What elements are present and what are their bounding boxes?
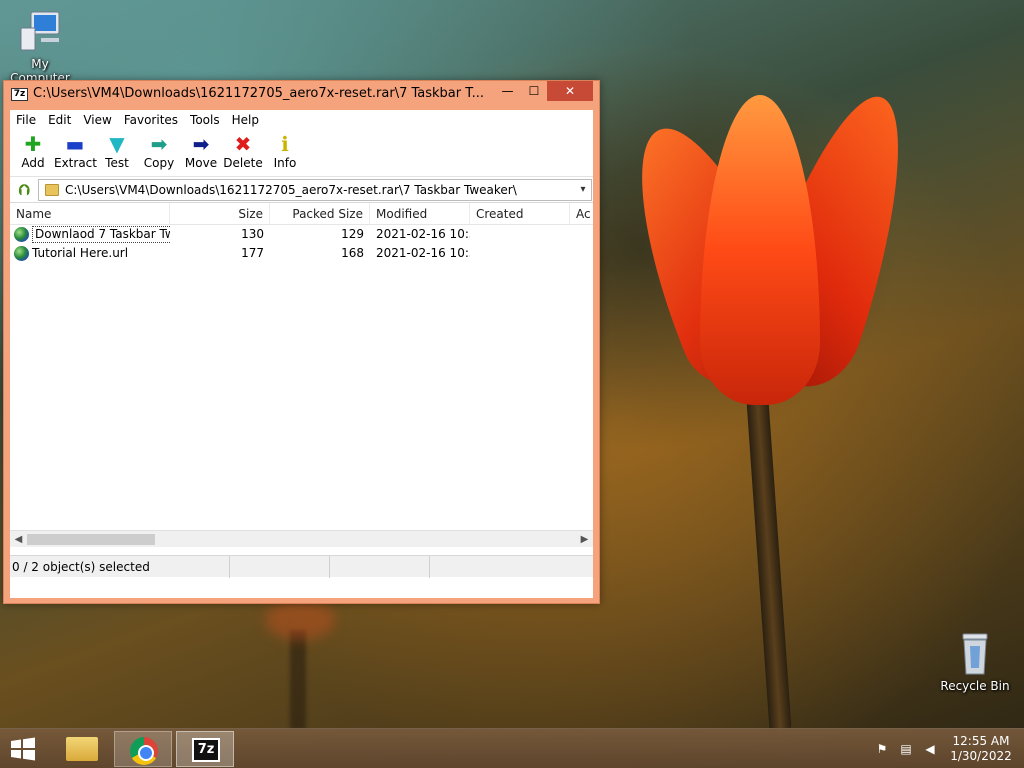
menu-view[interactable]: View — [77, 110, 117, 130]
sevenzip-window: 7z C:\Users\VM4\Downloads\1621172705_aer… — [3, 80, 600, 604]
add-label: Add — [21, 156, 45, 170]
folder-icon — [45, 183, 59, 196]
toolbar: ✚ Add ▬ Extract ▼ Test ➡ Copy ➡ Move ✖ D… — [10, 130, 593, 177]
wallpaper-blur-flower — [265, 600, 335, 640]
menu-tools[interactable]: Tools — [184, 110, 226, 130]
delete-label: Delete — [223, 156, 263, 170]
file-list: Downlaod 7 Taskbar Tw... 130 129 2021-02… — [10, 225, 593, 547]
file-created — [470, 225, 570, 244]
column-header-accessed[interactable]: Ac — [570, 203, 593, 224]
scroll-right-icon[interactable]: ▶ — [576, 531, 593, 548]
info-icon: ℹ — [281, 132, 289, 156]
file-row[interactable]: Tutorial Here.url 177 168 2021-02-16 10:… — [10, 244, 593, 263]
move-label: Move — [184, 156, 218, 170]
maximize-button[interactable]: ☐ — [521, 81, 547, 101]
clock-date: 1/30/2022 — [950, 749, 1012, 763]
recycle-bin-icon — [962, 633, 988, 675]
file-list-header: Name Size Packed Size Modified Created A… — [10, 203, 593, 225]
url-file-icon — [14, 227, 29, 242]
delete-button[interactable]: ✖ Delete — [222, 130, 264, 176]
address-path[interactable]: C:\Users\VM4\Downloads\1621172705_aero7x… — [65, 183, 575, 197]
add-button[interactable]: ✚ Add — [12, 130, 54, 176]
test-button[interactable]: ▼ Test — [96, 130, 138, 176]
file-name[interactable]: Downlaod 7 Taskbar Tw... — [32, 226, 170, 243]
add-icon: ✚ — [24, 132, 42, 156]
column-header-modified[interactable]: Modified — [370, 203, 470, 224]
taskbar: 7z ⚑ ▤ ◀ 12:55 AM 1/30/2022 — [0, 728, 1024, 768]
wallpaper-tulip-stem — [746, 394, 792, 736]
copy-button[interactable]: ➡ Copy — [138, 130, 180, 176]
file-size: 177 — [241, 246, 264, 260]
info-button[interactable]: ℹ Info — [264, 130, 306, 176]
sevenzip-icon: 7z — [192, 738, 220, 762]
windows-logo-icon — [11, 737, 35, 761]
file-packed-size: 129 — [341, 227, 364, 241]
status-bar: 0 / 2 object(s) selected — [10, 555, 593, 578]
file-name[interactable]: Tutorial Here.url — [32, 244, 128, 263]
window-client-area: File Edit View Favorites Tools Help ✚ Ad… — [10, 110, 593, 598]
chevron-down-icon[interactable]: ▾ — [575, 184, 591, 195]
file-modified: 2021-02-16 10:38 — [376, 246, 470, 260]
desktop-icon-recycle-bin[interactable]: Recycle Bin — [935, 630, 1015, 693]
delete-icon: ✖ — [234, 132, 252, 156]
test-icon: ▼ — [109, 132, 125, 156]
computer-icon — [20, 11, 60, 51]
file-modified: 2021-02-16 10:37 — [376, 227, 470, 241]
move-button[interactable]: ➡ Move — [180, 130, 222, 176]
taskbar-chrome[interactable] — [114, 731, 172, 767]
menu-edit[interactable]: Edit — [42, 110, 77, 130]
action-center-flag-icon[interactable]: ⚑ — [874, 741, 890, 757]
status-segment — [330, 556, 430, 578]
clock-time: 12:55 AM — [952, 734, 1010, 748]
copy-label: Copy — [143, 156, 175, 170]
file-created — [470, 244, 570, 263]
column-header-size[interactable]: Size — [170, 203, 270, 224]
address-field[interactable]: C:\Users\VM4\Downloads\1621172705_aero7x… — [38, 178, 592, 201]
scrollbar-thumb[interactable] — [27, 534, 155, 545]
copy-icon: ➡ — [150, 132, 168, 156]
sevenzip-app-icon[interactable]: 7z — [11, 88, 28, 101]
test-label: Test — [105, 156, 129, 170]
close-button[interactable]: ✕ — [547, 81, 593, 101]
wallpaper-petal — [700, 95, 820, 405]
taskbar-7zip[interactable]: 7z — [176, 731, 234, 767]
column-header-name[interactable]: Name — [10, 203, 170, 224]
wallpaper-blur-stem — [290, 630, 306, 730]
menu-favorites[interactable]: Favorites — [118, 110, 184, 130]
file-packed-size: 168 — [341, 246, 364, 260]
network-icon[interactable]: ▤ — [898, 741, 914, 757]
desktop-icon-my-computer[interactable]: My Computer — [0, 8, 80, 85]
start-button[interactable] — [8, 737, 38, 761]
address-bar: ⮉ C:\Users\VM4\Downloads\1621172705_aero… — [10, 177, 593, 203]
up-arrow-icon: ⮉ — [18, 180, 30, 199]
move-icon: ➡ — [192, 132, 210, 156]
scroll-left-icon[interactable]: ◀ — [10, 531, 27, 548]
window-title: C:\Users\VM4\Downloads\1621172705_aero7x… — [33, 86, 485, 101]
file-size: 130 — [241, 227, 264, 241]
desktop-icon-label: Recycle Bin — [940, 679, 1010, 693]
url-file-icon — [14, 246, 29, 261]
chrome-icon — [130, 737, 158, 765]
extract-label: Extract — [54, 156, 97, 170]
info-label: Info — [273, 156, 297, 170]
status-selection: 0 / 2 object(s) selected — [10, 556, 230, 578]
status-segment — [230, 556, 330, 578]
extract-button[interactable]: ▬ Extract — [54, 130, 97, 176]
up-folder-button[interactable]: ⮉ — [10, 181, 38, 199]
minimize-button[interactable]: — — [494, 81, 521, 101]
taskbar-file-explorer[interactable] — [52, 731, 110, 767]
column-header-created[interactable]: Created — [470, 203, 570, 224]
extract-icon: ▬ — [65, 132, 85, 156]
window-titlebar[interactable]: 7z C:\Users\VM4\Downloads\1621172705_aer… — [4, 81, 599, 107]
menu-bar: File Edit View Favorites Tools Help — [10, 110, 593, 130]
menu-help[interactable]: Help — [226, 110, 265, 130]
folder-icon — [66, 737, 98, 761]
status-segment — [430, 556, 590, 578]
horizontal-scrollbar[interactable]: ◀ ▶ — [10, 530, 593, 547]
file-row[interactable]: Downlaod 7 Taskbar Tw... 130 129 2021-02… — [10, 225, 593, 244]
volume-muted-icon[interactable]: ◀ — [922, 741, 938, 757]
system-clock[interactable]: 12:55 AM 1/30/2022 — [948, 734, 1014, 764]
column-header-packed-size[interactable]: Packed Size — [270, 203, 370, 224]
menu-file[interactable]: File — [10, 110, 42, 130]
